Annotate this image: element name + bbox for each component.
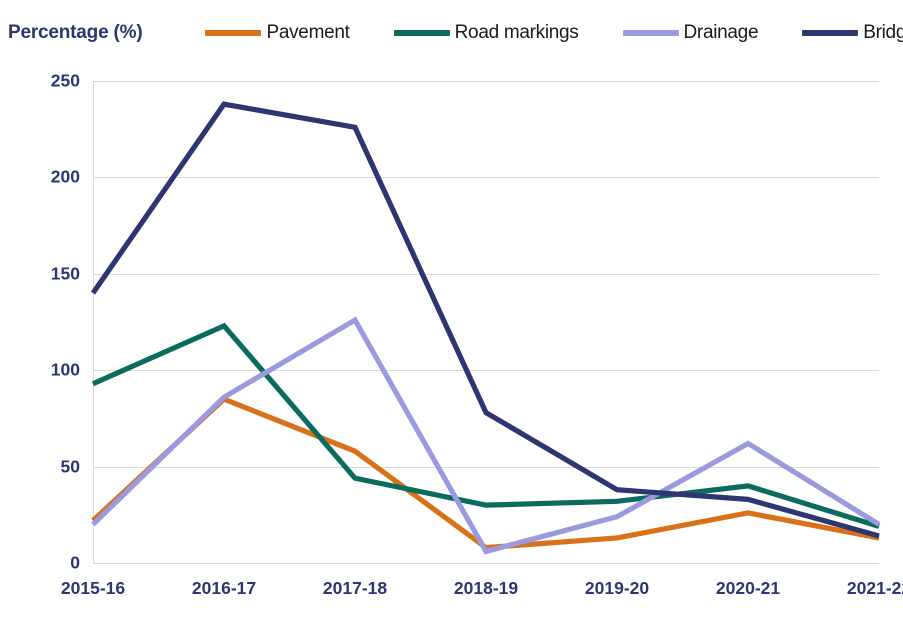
legend-swatch-pavement bbox=[205, 30, 262, 36]
y-tick-label: 200 bbox=[50, 166, 80, 187]
series-line-road-markings bbox=[91, 322, 880, 529]
legend-item-bridge-joint[interactable]: Bridge joint bbox=[802, 22, 903, 44]
y-tick-label: 0 bbox=[70, 552, 80, 573]
x-axis-line bbox=[93, 563, 879, 564]
x-axis-tick-labels: 2015-16 2016-17 2017-18 2018-19 2019-20 2020-… bbox=[61, 578, 903, 604]
series-line-pavement bbox=[91, 396, 880, 551]
x-tick-label: 2016-17 bbox=[191, 578, 257, 598]
x-tick-label: 2020-21 bbox=[715, 578, 781, 598]
x-tick-label: 2017-18 bbox=[322, 578, 388, 598]
plot-area bbox=[90, 81, 881, 564]
x-tick-label: 2018-19 bbox=[453, 578, 519, 598]
legend-item-drainage[interactable]: Drainage bbox=[622, 22, 759, 44]
y-tick-label: 150 bbox=[50, 263, 80, 284]
legend-label-road-markings: Road markings bbox=[454, 22, 579, 43]
legend-swatch-road-markings bbox=[393, 30, 450, 36]
y-tick-label: 100 bbox=[50, 359, 80, 380]
x-tick-label: 2021-22 bbox=[846, 578, 903, 598]
y-axis-tick-labels: 0 50 100 150 200 250 bbox=[0, 71, 86, 573]
x-tick-label: 2015-16 bbox=[60, 578, 126, 598]
legend-label-bridge-joint: Bridge joint bbox=[863, 22, 903, 43]
legend-item-pavement[interactable]: Pavement bbox=[205, 22, 350, 44]
legend-label-drainage: Drainage bbox=[683, 22, 759, 43]
legend-item-road-markings[interactable]: Road markings bbox=[393, 22, 579, 44]
legend-swatch-bridge-joint bbox=[802, 30, 859, 36]
chart-legend: Percentage (%) Pavement Road markings Dr… bbox=[0, 16, 903, 50]
legend-label-pavement: Pavement bbox=[266, 22, 350, 43]
chart-page: Percentage (%) Pavement Road markings Dr… bbox=[0, 0, 903, 640]
legend-swatch-drainage bbox=[622, 30, 679, 36]
series-lines bbox=[90, 101, 881, 555]
y-axis-title: Percentage (%) bbox=[8, 22, 143, 43]
x-tick-label: 2019-20 bbox=[584, 578, 650, 598]
series-line-bridge-joint bbox=[90, 101, 880, 539]
y-tick-label: 250 bbox=[50, 70, 80, 91]
y-tick-label: 50 bbox=[60, 456, 80, 477]
